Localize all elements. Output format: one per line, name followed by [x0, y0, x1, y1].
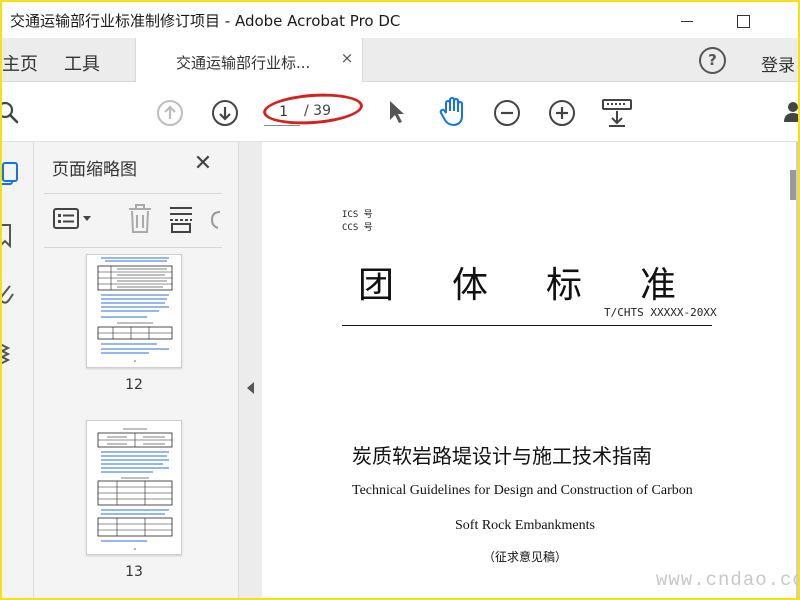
thumbnail-options-icon[interactable]	[52, 204, 94, 234]
panel-close-button[interactable]: ✕	[192, 152, 214, 176]
thumbnails-panel: 页面缩略图 ✕ 12 13	[34, 142, 262, 598]
insert-page-icon[interactable]	[168, 204, 194, 234]
window-title: 交通运输部行业标准制修订项目 - Adobe Acrobat Pro DC	[10, 12, 401, 30]
page-thumbnail-13[interactable]	[86, 420, 182, 555]
hand-tool-icon[interactable]	[438, 96, 468, 128]
bookmark-icon[interactable]	[2, 222, 14, 250]
next-page-icon[interactable]	[211, 99, 239, 127]
red-annotation-ellipse	[262, 90, 364, 128]
group-standard-heading: 团体标准	[358, 265, 735, 306]
tab-home[interactable]: 主页	[2, 50, 38, 76]
collapse-arrow-icon[interactable]	[247, 382, 254, 394]
document-title-cn: 炭质软岩路堤设计与施工技术指南	[352, 444, 652, 468]
user-icon[interactable]	[782, 100, 798, 124]
zoom-in-icon[interactable]	[548, 99, 576, 127]
standard-code: T/CHTS XXXXX-20XX	[604, 306, 717, 319]
thumbnail-label-12: 12	[125, 377, 143, 393]
ics-ccs-block: ICS 号 CCS 号	[342, 209, 373, 235]
minimize-button[interactable]	[674, 8, 700, 34]
divider	[44, 247, 222, 248]
tab-document[interactable]: 交通运输部行业标... ×	[135, 38, 363, 82]
toolbar: 1 / 39	[2, 82, 798, 142]
rotate-icon[interactable]	[208, 206, 224, 234]
draft-note: （征求意见稿）	[483, 550, 568, 564]
prev-page-icon[interactable]	[156, 99, 184, 127]
site-watermark: www.cndao.com	[656, 569, 798, 591]
tab-bar: 主页 工具 交通运输部行业标... × ? 登录	[2, 38, 798, 82]
ics-line: ICS 号	[342, 210, 373, 220]
navigation-rail	[2, 142, 34, 598]
divider	[44, 193, 222, 194]
help-button[interactable]: ?	[699, 47, 726, 74]
panel-title: 页面缩略图	[52, 160, 137, 180]
acrobat-window: 交通运输部行业标准制修订项目 - Adobe Acrobat Pro DC 主页…	[2, 2, 798, 598]
tab-tools[interactable]: 工具	[64, 50, 100, 76]
document-edge	[796, 142, 798, 598]
heading-rule	[342, 325, 712, 326]
document-title-en-line1: Technical Guidelines for Design and Cons…	[352, 483, 693, 498]
login-button[interactable]: 登录	[761, 51, 795, 76]
tab-close-button[interactable]: ×	[338, 49, 356, 69]
maximize-button[interactable]	[730, 8, 756, 34]
trash-icon[interactable]	[126, 203, 154, 235]
tab-document-label: 交通运输部行业标...	[176, 54, 311, 72]
thumbnail-page-content	[97, 257, 173, 362]
select-pointer-icon[interactable]	[386, 98, 408, 126]
thumbnail-page-content	[97, 428, 173, 550]
title-bar: 交通运输部行业标准制修订项目 - Adobe Acrobat Pro DC	[2, 2, 798, 38]
panel-collapse-strip[interactable]	[238, 142, 262, 598]
layers-icon[interactable]	[2, 338, 16, 366]
page-thumbnail-12[interactable]	[86, 254, 182, 368]
ccs-line: CCS 号	[342, 223, 373, 233]
page-thumbnails-icon[interactable]	[2, 162, 18, 190]
attachment-icon[interactable]	[2, 280, 16, 308]
zoom-out-icon[interactable]	[493, 99, 521, 127]
keyboard-scroll-icon[interactable]	[601, 97, 633, 129]
search-icon[interactable]	[2, 100, 22, 126]
document-view[interactable]: ICS 号 CCS 号 团体标准 T/CHTS XXXXX-20XX 炭质软岩路…	[262, 142, 798, 598]
thumbnail-label-13: 13	[125, 564, 143, 580]
document-title-en-line2: Soft Rock Embankments	[455, 518, 595, 533]
